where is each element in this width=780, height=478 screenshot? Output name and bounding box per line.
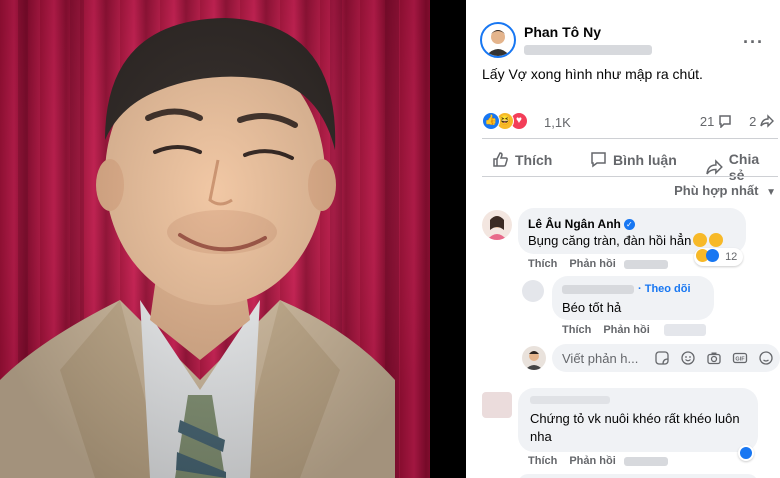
comment-text-content: Bụng căng tràn, đàn hồi hẳn xyxy=(528,233,692,248)
commenter2-avatar-redacted xyxy=(482,392,512,418)
like-icon xyxy=(706,249,719,262)
comment-reply-link[interactable]: Phản hồi xyxy=(569,258,615,270)
sticker-face-icon[interactable] xyxy=(758,350,774,366)
comment-reply-link[interactable]: Phản hồi xyxy=(569,455,615,467)
reply-actions: Thích Phản hồi xyxy=(562,324,662,336)
post-actions-bar: Thích Bình luận Chia sẻ xyxy=(482,146,778,183)
post-header: Phan Tô Ny ··· xyxy=(480,16,770,62)
comment-bubble-icon xyxy=(591,152,606,168)
chevron-down-icon: ▼ xyxy=(766,187,776,198)
comment-reaction-count: 12 xyxy=(725,251,738,263)
commenter2-name-redacted xyxy=(530,396,610,404)
comment-sort-dropdown[interactable]: Phù hợp nhất ▼ xyxy=(674,183,776,198)
reply-time-redacted xyxy=(664,324,706,336)
next-comment-bubble xyxy=(518,474,758,478)
comments-count[interactable]: 21 xyxy=(700,114,732,129)
like-button[interactable]: Thích xyxy=(492,151,552,168)
reply-bubble: · Theo dõi Béo tốt hả xyxy=(552,276,714,320)
like-button-label: Thích xyxy=(515,151,553,168)
image-gap xyxy=(430,0,466,478)
comment-button-label: Bình luận xyxy=(613,151,677,168)
gif-icon[interactable]: GIF xyxy=(732,350,748,366)
commenter-avatar[interactable] xyxy=(482,210,512,240)
like-icon[interactable] xyxy=(738,445,754,461)
comment-button[interactable]: Bình luận xyxy=(590,151,677,168)
reply-input-placeholder: Viết phản h... xyxy=(562,351,639,366)
comment-actions: Thích Phản hồi xyxy=(528,258,628,270)
post-timestamp-redacted xyxy=(524,45,652,55)
comment-text: Chứng tỏ vk nuôi khéo rất khéo luôn nha xyxy=(530,411,740,444)
share-icon xyxy=(760,114,774,128)
divider-top xyxy=(482,138,778,139)
astonished-emoji-icon xyxy=(693,233,708,247)
reply-reply-link[interactable]: Phản hồi xyxy=(603,324,649,336)
camera-icon[interactable] xyxy=(706,350,722,366)
share-button[interactable]: Chia sẻ xyxy=(706,151,778,183)
verified-badge-icon: ✓ xyxy=(623,219,635,230)
comment-bubble: Chứng tỏ vk nuôi khéo rất khéo luôn nha xyxy=(518,388,758,452)
comment-like-link[interactable]: Thích xyxy=(528,455,557,467)
commenter-name[interactable]: Lê Âu Ngân Anh xyxy=(528,217,621,231)
author-name[interactable]: Phan Tô Ny xyxy=(524,24,601,40)
reactions-summary: 👍 😆 ♥ 1,1K 21 2 xyxy=(482,110,778,134)
sort-label: Phù hợp nhất xyxy=(674,183,759,198)
emoji-icon[interactable] xyxy=(680,350,696,366)
svg-text:GIF: GIF xyxy=(735,357,745,363)
comment-text: Bụng căng tràn, đàn hồi hẳn xyxy=(528,233,724,248)
comments-count-value: 21 xyxy=(699,114,715,129)
current-user-avatar[interactable] xyxy=(522,346,546,370)
more-options-icon[interactable]: ··· xyxy=(743,32,764,53)
shares-count-value: 2 xyxy=(749,114,757,129)
facebook-post-panel: Phan Tô Ny ··· Lấy Vợ xong hình như mập … xyxy=(466,0,780,478)
reply-text: Béo tốt hả xyxy=(562,300,622,315)
comment-actions: Thích Phản hồi xyxy=(528,455,628,467)
reply-avatar-redacted xyxy=(522,280,544,302)
comment-icon xyxy=(719,115,731,129)
divider-bottom xyxy=(482,176,778,177)
comment-time-redacted xyxy=(624,260,668,269)
reactions-count[interactable]: 1,1K xyxy=(544,115,571,130)
comment-like-link[interactable]: Thích xyxy=(528,258,557,270)
post-caption: Lấy Vợ xong hình như mập ra chút. xyxy=(482,66,703,82)
astonished-emoji-icon xyxy=(709,233,724,247)
reply-like-link[interactable]: Thích xyxy=(562,324,591,336)
comment2-time-redacted xyxy=(624,457,668,466)
sticker-icon[interactable] xyxy=(654,350,670,366)
share-button-label: Chia sẻ xyxy=(728,151,760,183)
follow-link[interactable]: · Theo dõi xyxy=(638,283,691,295)
comment-reactions[interactable]: 12 xyxy=(694,248,744,266)
share-arrow-icon xyxy=(706,158,723,175)
thumbs-up-icon xyxy=(493,152,508,167)
author-avatar[interactable] xyxy=(480,22,516,58)
reply-author-redacted xyxy=(562,285,634,294)
selfie-photo xyxy=(0,0,430,478)
shares-count[interactable]: 2 xyxy=(749,114,774,129)
like-icon[interactable]: 👍 xyxy=(482,112,500,130)
reply-input[interactable]: Viết phản h... GIF xyxy=(552,344,780,372)
